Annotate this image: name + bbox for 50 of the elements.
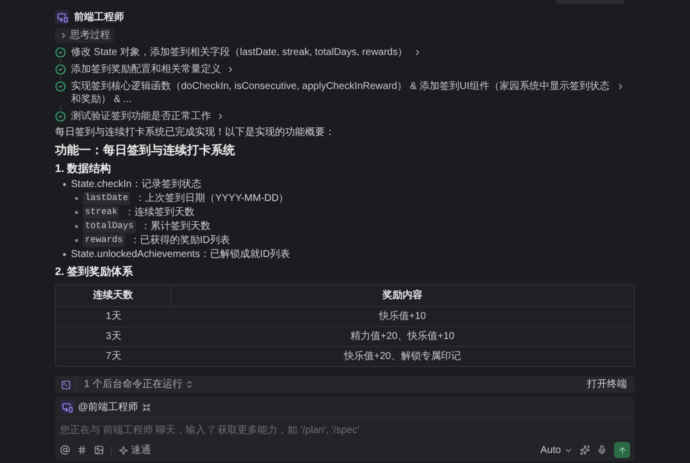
bullet-text: State.unlockedAchievements：已解锁成就ID列表: [71, 248, 290, 261]
mention-tag: @前端工程师: [78, 400, 138, 414]
open-terminal-button[interactable]: 打开终端: [587, 378, 627, 391]
send-button[interactable]: [614, 442, 630, 458]
inline-code: lastDate: [83, 192, 130, 205]
shrink-icon[interactable]: [142, 402, 152, 412]
table-cell-text: 精力值+20、快乐值+10: [350, 330, 456, 344]
image-icon[interactable]: [94, 445, 104, 455]
chevron-right-icon[interactable]: [616, 82, 625, 91]
mode-button[interactable]: 速通: [119, 444, 151, 456]
step-text: 测试验证签到功能是否正常工作: [71, 110, 211, 123]
table-cell-text: 1天: [104, 310, 122, 324]
sparkles-icon[interactable]: [580, 445, 590, 455]
bullet-text: ：累计签到天数: [140, 220, 211, 233]
agent-avatar-icon: [60, 400, 74, 414]
chevron-right-icon[interactable]: [226, 65, 235, 74]
section-heading: 2. 签到奖励体系: [55, 265, 134, 279]
bullet-text: ：连续签到天数: [124, 206, 194, 219]
feature-title: 功能一：每日签到与连续打卡系统: [55, 143, 236, 158]
caret-icon: [59, 31, 68, 40]
microphone-icon[interactable]: [597, 445, 607, 455]
bullet-text: State.checkIn：记录签到状态: [71, 178, 202, 191]
intro-text: 每日签到与连续打卡系统已完成实现！以下是实现的功能概要：: [55, 126, 336, 139]
composer-panel[interactable]: @前端工程师 您正在与 前端工程师 聊天，输入 '/' 获取更多能力，如 '/plan', '/spec' 速通 Auto: [55, 397, 635, 461]
model-select[interactable]: Auto: [540, 444, 573, 456]
section-heading: 1. 数据结构: [55, 162, 112, 176]
thinking-toggle[interactable]: 思考过程: [55, 28, 114, 43]
step-text: 实现签到核心逻辑函数（doCheckIn, isConsecutive, applyCheckInReward） & 添加签到UI组件（家园系统中显示签到状态和奖励） & ...: [71, 80, 610, 106]
sparkle-icon: [119, 446, 128, 454]
hash-icon[interactable]: [77, 445, 87, 455]
table-cell-text: 快乐值+10: [378, 310, 427, 324]
mention-icon[interactable]: [60, 445, 70, 455]
table-cell-text: 7天: [104, 350, 122, 364]
inline-code: rewards: [83, 234, 125, 247]
expand-icon[interactable]: [185, 380, 194, 389]
inline-code: streak: [83, 206, 120, 219]
status-text: 1 个后台命令正在运行: [84, 378, 182, 391]
agent-avatar-icon: [55, 10, 69, 24]
bullet-text: ：已获得的奖励ID列表: [130, 234, 230, 247]
arrow-up-icon: [618, 446, 626, 454]
step-text: 修改 State 对象，添加签到相关字段（lastDate, streak, totalDays, rewards）: [71, 46, 408, 59]
inline-code: totalDays: [83, 220, 136, 233]
table-cell-text: 3天: [104, 330, 122, 344]
column-header: 连续天数: [56, 285, 171, 306]
step-text: 添加签到奖励配置和相关常量定义: [71, 63, 221, 76]
bullet-text: ：上次签到日期（YYYY-MM-DD）: [135, 192, 289, 205]
column-header: 奖励内容: [382, 288, 424, 303]
agent-name: 前端工程师: [74, 10, 124, 24]
table-cell-text: 快乐值+20、解锁专属印记: [342, 350, 462, 364]
chevron-right-icon[interactable]: [216, 112, 225, 121]
